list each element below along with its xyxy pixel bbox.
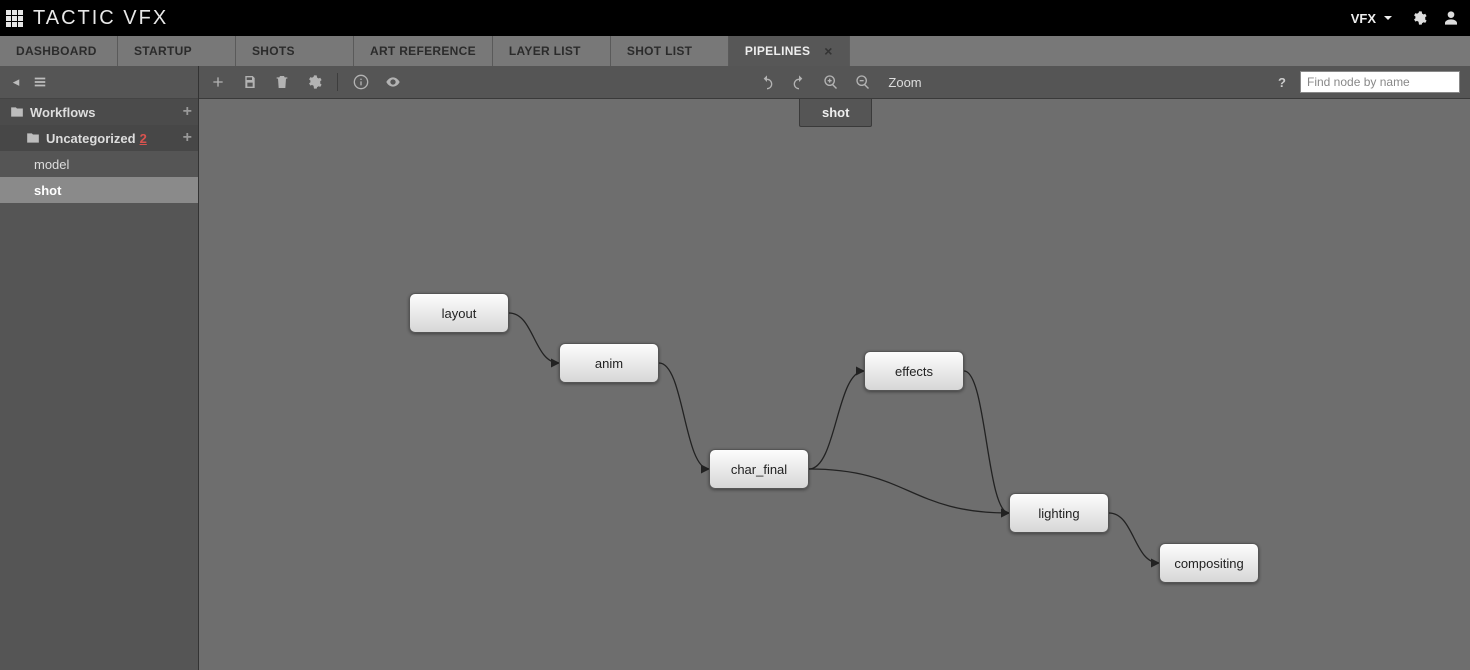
pipeline-edge xyxy=(509,313,559,363)
zoom-out-button[interactable] xyxy=(854,73,872,91)
zoom-in-button[interactable] xyxy=(822,73,840,91)
settings-button[interactable] xyxy=(305,73,323,91)
caret-down-icon xyxy=(1380,10,1396,26)
pipeline-node-lighting[interactable]: lighting xyxy=(1009,493,1109,533)
add-icon[interactable]: + xyxy=(183,129,192,147)
tab-dashboard[interactable]: DASHBOARD xyxy=(0,36,118,66)
info-button[interactable] xyxy=(352,73,370,91)
pipeline-node-char_final[interactable]: char_final xyxy=(709,449,809,489)
sidebar: ◂ Workflows + Uncategorized 2 + model sh… xyxy=(0,66,199,670)
sidebar-group-badge: 2 xyxy=(140,131,147,146)
app-logo-icon xyxy=(6,10,23,27)
tab-layer-list[interactable]: LAYER LIST xyxy=(493,36,611,66)
zoom-label: Zoom xyxy=(888,75,921,90)
project-menu-label: VFX xyxy=(1351,11,1376,26)
sidebar-item-shot[interactable]: shot xyxy=(0,177,198,203)
tab-shots[interactable]: SHOTS xyxy=(236,36,354,66)
sidebar-viewbar: ◂ xyxy=(0,66,198,99)
visibility-button[interactable] xyxy=(384,73,402,91)
tab-shot-list[interactable]: SHOT LIST xyxy=(611,36,729,66)
pipeline-canvas[interactable]: shot layoutanimchar_finaleffectslighting… xyxy=(199,99,1470,670)
sidebar-item-label: shot xyxy=(34,183,61,198)
help-button[interactable]: ? xyxy=(1278,75,1286,90)
add-icon[interactable]: + xyxy=(183,103,192,121)
gear-icon[interactable] xyxy=(1410,9,1428,27)
project-menu[interactable]: VFX xyxy=(1351,10,1396,26)
find-node-input[interactable] xyxy=(1300,71,1460,93)
main-tabbar: DASHBOARD STARTUP SHOTS ART REFERENCE LA… xyxy=(0,36,1470,66)
sidebar-group-label: Uncategorized xyxy=(46,131,136,146)
pipeline-edge xyxy=(659,363,709,469)
close-icon[interactable]: × xyxy=(810,44,832,58)
delete-button[interactable] xyxy=(273,73,291,91)
sidebar-root-workflows[interactable]: Workflows + xyxy=(0,99,198,125)
pipeline-node-layout[interactable]: layout xyxy=(409,293,509,333)
editor-toolbar: Zoom ? xyxy=(199,66,1470,99)
brand-sub: VFX xyxy=(123,7,168,29)
list-view-icon[interactable] xyxy=(32,74,48,90)
redo-button[interactable] xyxy=(790,73,808,91)
sidebar-group-uncategorized[interactable]: Uncategorized 2 + xyxy=(0,125,198,151)
pipeline-edges xyxy=(199,99,1470,670)
brand: TACTIC VFX xyxy=(33,7,168,30)
undo-button[interactable] xyxy=(758,73,776,91)
add-node-button[interactable] xyxy=(209,73,227,91)
pipeline-node-effects[interactable]: effects xyxy=(864,351,964,391)
folder-open-icon xyxy=(10,105,24,119)
pipeline-edge xyxy=(809,469,1009,513)
editor: Zoom ? shot layoutanimchar_finaleffectsl… xyxy=(199,66,1470,670)
pipeline-edge xyxy=(809,371,864,469)
sidebar-item-label: model xyxy=(34,157,69,172)
pipeline-edge xyxy=(1109,513,1159,563)
pipeline-node-compositing[interactable]: compositing xyxy=(1159,543,1259,583)
workspace: ◂ Workflows + Uncategorized 2 + model sh… xyxy=(0,66,1470,670)
sidebar-root-label: Workflows xyxy=(30,105,96,120)
tab-pipelines[interactable]: PIPELINES × xyxy=(729,36,850,66)
topbar: TACTIC VFX VFX xyxy=(0,0,1470,36)
tab-art-reference[interactable]: ART REFERENCE xyxy=(354,36,493,66)
pipeline-edge xyxy=(964,371,1009,513)
collapse-left-icon[interactable]: ◂ xyxy=(8,74,24,90)
save-button[interactable] xyxy=(241,73,259,91)
folder-open-icon xyxy=(26,131,40,145)
sidebar-item-model[interactable]: model xyxy=(0,151,198,177)
user-icon[interactable] xyxy=(1442,9,1460,27)
separator xyxy=(337,73,338,91)
pipeline-node-anim[interactable]: anim xyxy=(559,343,659,383)
brand-main: TACTIC xyxy=(33,7,116,29)
tab-startup[interactable]: STARTUP xyxy=(118,36,236,66)
